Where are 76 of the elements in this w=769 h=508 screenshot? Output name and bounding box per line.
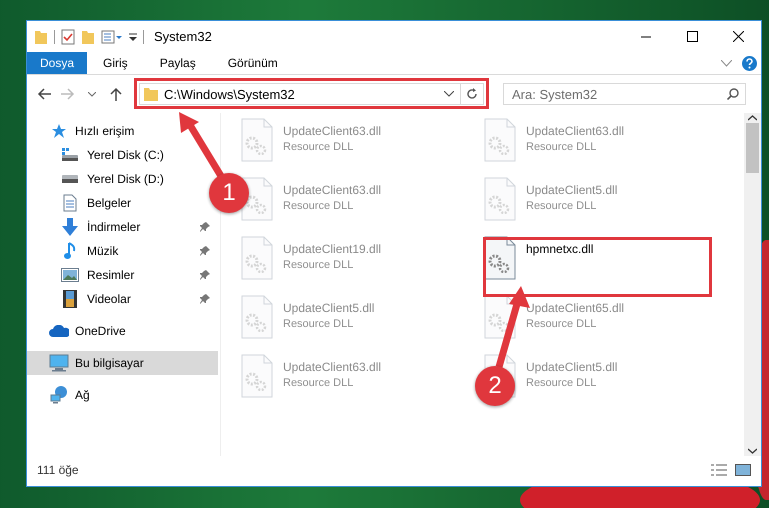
maximize-icon <box>686 31 698 42</box>
file-type: Resource DLL <box>526 377 598 389</box>
pin-icon[interactable] <box>200 222 210 232</box>
ribbon-tab[interactable]: Görünüm <box>212 52 294 74</box>
sidebar-item[interactable]: Resimler <box>27 263 138 287</box>
sidebar-item[interactable]: Ağ <box>27 383 94 407</box>
file-type: Resource DLL <box>526 141 598 153</box>
step-badge: 1 <box>209 173 249 213</box>
sidebar-item[interactable]: İndirmeler <box>27 215 144 239</box>
sidebar-item[interactable]: OneDrive <box>27 319 130 343</box>
file-icon <box>241 354 273 398</box>
file-icon <box>484 295 516 339</box>
ribbon-tab[interactable]: Paylaş <box>144 52 212 74</box>
download-arrow-icon <box>62 218 78 236</box>
sidebar-item[interactable]: Videolar <box>27 287 135 311</box>
properties-icon[interactable] <box>101 30 123 44</box>
folder-icon <box>144 87 158 101</box>
file-type: Resource DLL <box>283 259 354 271</box>
file-type: Resource DLL <box>283 200 354 212</box>
item-count: 111 öğe <box>37 463 79 477</box>
step-badge: 2 <box>475 366 515 406</box>
file-icon <box>241 236 273 280</box>
details-view-icon[interactable] <box>711 464 727 476</box>
sidebar-item[interactable]: Yerel Disk (D:) <box>27 167 168 191</box>
music-note-icon <box>64 242 76 260</box>
drive-icon <box>61 174 79 184</box>
scrollbar[interactable] <box>744 113 761 456</box>
file-type: Resource DLL <box>283 318 354 330</box>
pin-icon[interactable] <box>200 294 210 304</box>
checkmark-icon[interactable] <box>61 28 75 44</box>
sidebar-item[interactable]: Hızlı erişim <box>27 119 138 143</box>
sidebar-item[interactable]: Yerel Disk (C:) <box>27 143 168 167</box>
scrollbar-thumb[interactable] <box>746 123 759 173</box>
minimize-icon <box>641 36 651 38</box>
address-path: C:\Windows\System32 <box>164 86 296 102</box>
back-arrow-icon <box>37 88 51 100</box>
cloud-icon <box>49 325 69 337</box>
file-icon <box>241 295 273 339</box>
large-icons-view-icon[interactable] <box>735 464 751 476</box>
drive-icon <box>61 148 79 162</box>
file-icon <box>241 118 273 162</box>
sidebar-item[interactable]: Müzik <box>27 239 122 263</box>
network-icon <box>50 386 68 404</box>
sidebar-item[interactable]: Bu bilgisayar <box>27 351 218 375</box>
search-field[interactable]: Ara: System32 <box>503 83 746 105</box>
chevron-down-icon[interactable] <box>444 91 454 97</box>
gears-file-icon <box>484 236 516 280</box>
pin-icon[interactable] <box>200 246 210 256</box>
ribbon-tab[interactable]: Giriş <box>87 52 144 74</box>
window-title: System32 <box>154 29 212 44</box>
file-icon <box>484 118 516 162</box>
caret-icon[interactable] <box>129 32 137 42</box>
forward-arrow-icon <box>61 88 75 100</box>
star-icon <box>51 123 67 139</box>
ribbon-tab[interactable]: Dosya <box>27 52 88 74</box>
close-icon <box>732 31 744 42</box>
file-type: Resource DLL <box>526 200 598 212</box>
refresh-icon <box>466 88 478 100</box>
file-type: Resource DLL <box>526 318 598 330</box>
file-name[interactable]: hpmnetxc.dll <box>526 242 594 256</box>
sidebar-item[interactable]: Belgeler <box>27 191 136 215</box>
file-type: Resource DLL <box>283 141 354 153</box>
search-icon <box>727 88 739 100</box>
pin-icon[interactable] <box>200 270 210 280</box>
address-bar[interactable]: C:\Windows\System32 <box>139 83 484 105</box>
up-arrow-icon <box>110 87 122 101</box>
monitor-icon <box>49 354 69 372</box>
document-icon <box>63 194 77 212</box>
film-icon <box>63 290 77 308</box>
chevron-up-icon[interactable] <box>748 115 757 121</box>
picture-icon <box>61 268 79 282</box>
help-icon[interactable] <box>742 56 757 70</box>
file-type: Resource DLL <box>283 377 354 389</box>
caret-icon <box>88 92 96 96</box>
file-icon <box>484 177 516 221</box>
chevron-down-icon[interactable] <box>748 448 757 454</box>
